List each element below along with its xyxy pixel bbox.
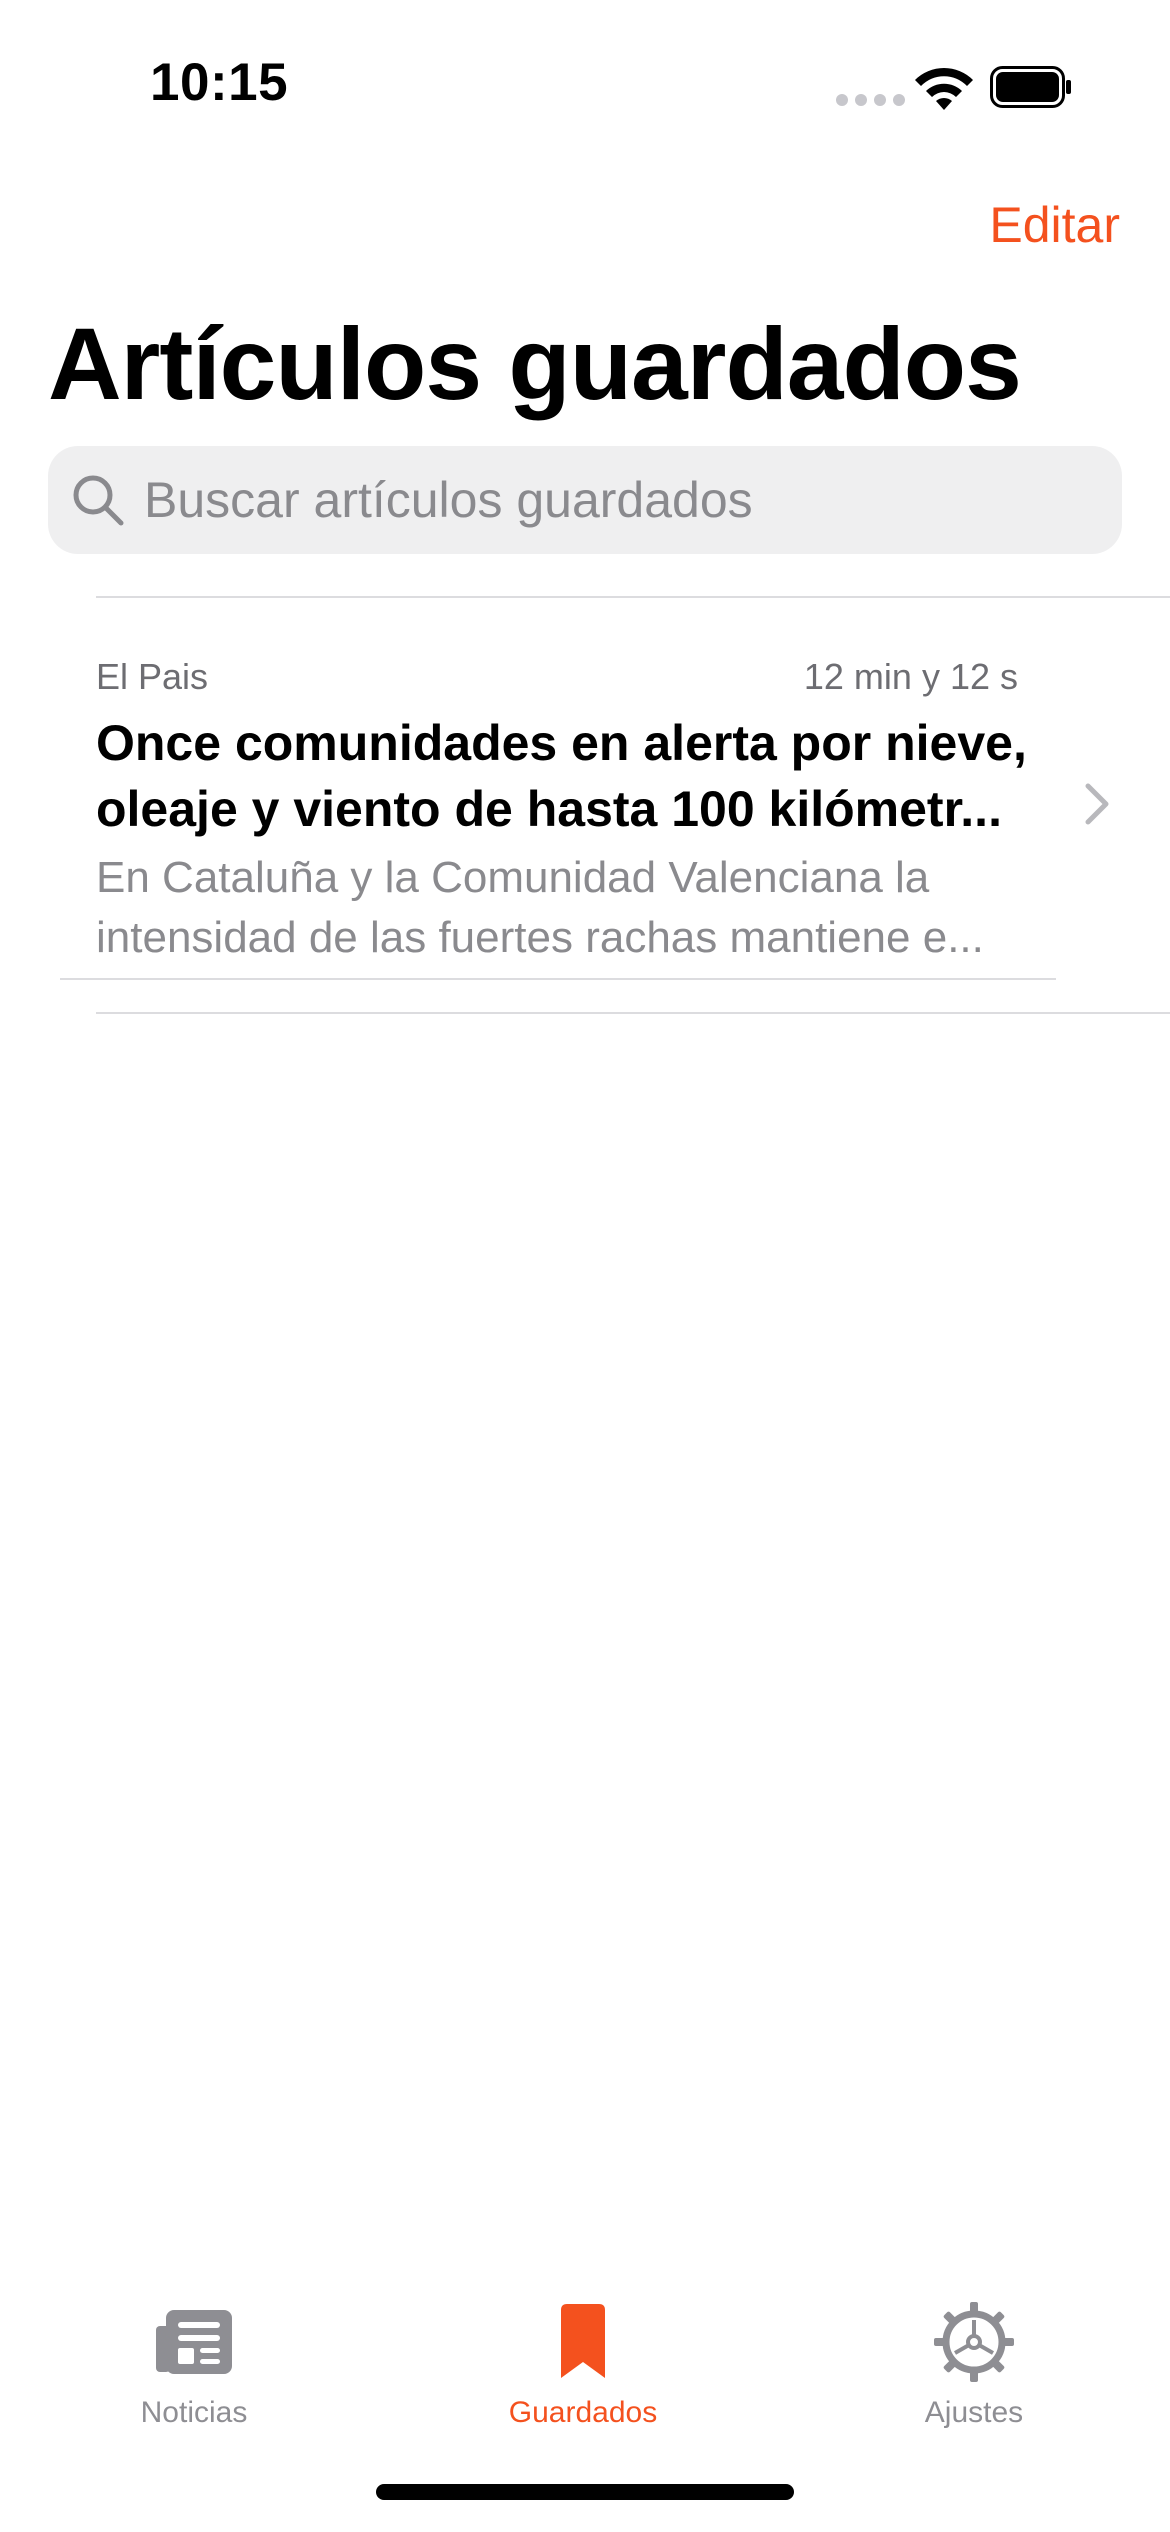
article-summary: En Cataluña y la Comunidad Valenciana la… xyxy=(96,848,1046,968)
status-time: 10:15 xyxy=(150,53,289,112)
list-bottom-divider xyxy=(96,1012,1170,1014)
tab-noticias[interactable]: Noticias xyxy=(44,2300,344,2450)
article-summary-line: intensidad de las fuertes rachas mantien… xyxy=(96,913,984,962)
article-source: El Pais xyxy=(96,656,209,697)
newspaper-icon xyxy=(156,2310,232,2374)
search-bar[interactable] xyxy=(48,446,1122,554)
edit-button[interactable]: Editar xyxy=(989,196,1120,254)
article-title: Once comunidades en alerta por nieve, ol… xyxy=(96,710,1036,842)
gear-icon xyxy=(934,2302,1014,2382)
page-title: Artículos guardados xyxy=(48,307,1022,421)
bookmark-icon xyxy=(561,2304,605,2378)
list-top-divider xyxy=(96,596,1170,598)
article-title-line: oleaje y viento de hasta 100 kilómetr... xyxy=(96,781,1002,837)
tab-guardados[interactable]: Guardados xyxy=(433,2300,733,2450)
article-title-line: Once comunidades en alerta por nieve, xyxy=(96,715,1027,771)
tab-ajustes[interactable]: Ajustes xyxy=(824,2300,1124,2450)
search-icon xyxy=(73,475,124,526)
row-divider xyxy=(60,978,1056,980)
tab-bar: Noticias Guardados Ajustes xyxy=(0,2272,1170,2472)
article-time: 12 min y 12 s xyxy=(803,656,1018,697)
status-bar: 10:15 xyxy=(0,0,1170,150)
battery-icon xyxy=(990,66,1071,108)
chevron-right-icon xyxy=(1085,783,1109,825)
tab-label: Noticias xyxy=(140,2396,248,2429)
saved-article-row[interactable]: El Pais 12 min y 12 s Once comunidades e… xyxy=(0,600,1170,980)
tab-label: Ajustes xyxy=(924,2396,1024,2429)
search-input[interactable] xyxy=(144,471,1044,529)
tab-label: Guardados xyxy=(508,2396,658,2429)
article-summary-line: En Cataluña y la Comunidad Valenciana la xyxy=(96,853,930,902)
cellular-signal-icon xyxy=(836,94,905,106)
wifi-icon xyxy=(915,67,973,110)
home-indicator[interactable] xyxy=(376,2484,794,2500)
